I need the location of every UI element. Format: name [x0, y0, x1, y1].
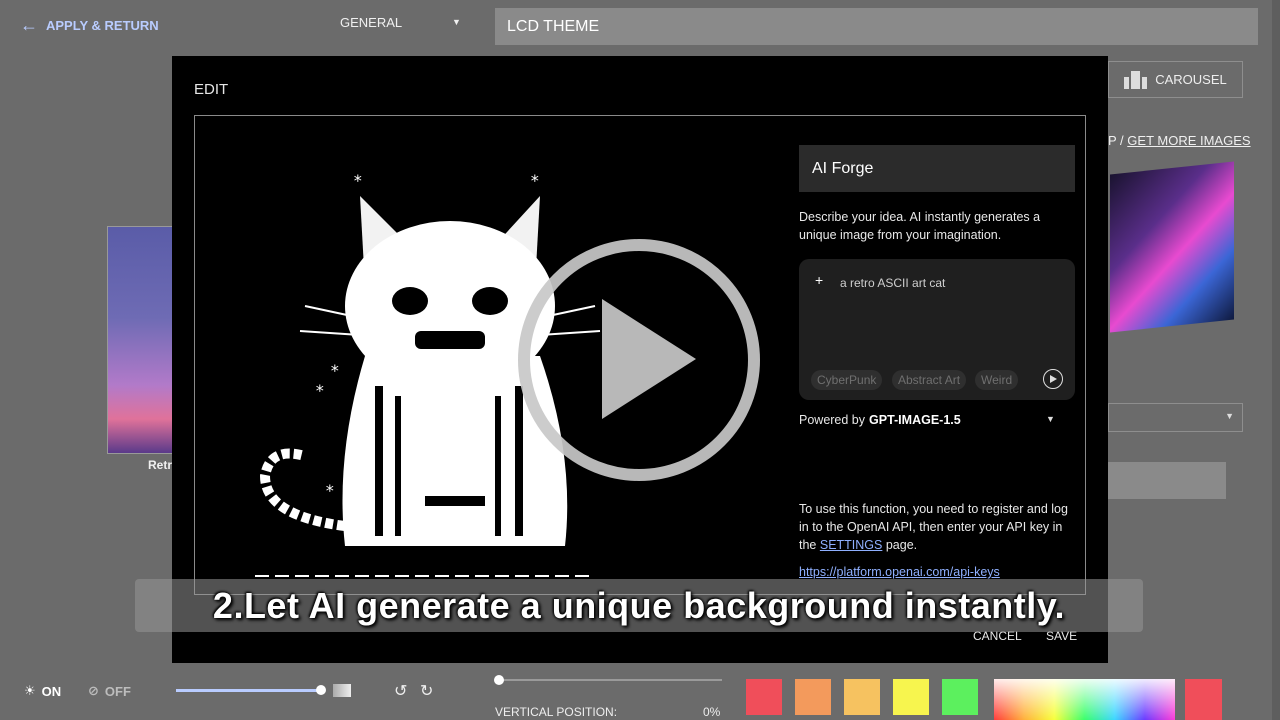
brightness-gradient-icon — [333, 684, 351, 697]
vertical-position-knob[interactable] — [494, 675, 504, 685]
image-links: P / GET MORE IMAGES — [1108, 133, 1251, 148]
model-name: GPT-IMAGE-1.5 — [869, 413, 961, 427]
vertical-position-label: VERTICAL POSITION: — [495, 705, 618, 719]
light-off-label: OFF — [104, 683, 131, 699]
dialog-title: EDIT — [194, 81, 229, 98]
chip-weird[interactable]: Weird — [975, 370, 1019, 390]
model-selector[interactable]: Powered by GPT-IMAGE-1.5 — [799, 413, 961, 427]
background-image-preview[interactable] — [1110, 161, 1234, 333]
carousel-label: CAROUSEL — [1155, 72, 1227, 87]
api-note-tail: page. — [882, 538, 918, 552]
openai-api-keys-link[interactable]: https://platform.openai.com/api-keys — [799, 565, 1000, 579]
video-caption: 2.Let AI generate a unique background in… — [135, 579, 1143, 632]
vertical-position-value: 0% — [703, 705, 721, 719]
chevron-down-icon: ▼ — [452, 17, 461, 27]
svg-text:*: * — [530, 171, 540, 190]
prompt-input[interactable]: + a retro ASCII art cat CyberPunk Abstra… — [799, 259, 1075, 400]
svg-text:*: * — [330, 361, 340, 380]
lightbulb-icon: ☀ — [24, 683, 36, 698]
partial-link[interactable]: P / — [1108, 133, 1127, 148]
brightness-slider-knob[interactable] — [316, 685, 326, 695]
ai-forge-title: AI Forge — [799, 145, 1075, 192]
category-dropdown[interactable]: GENERAL ▼ — [340, 15, 461, 30]
rotate-right-icon[interactable]: ↻ — [420, 681, 433, 701]
rotate-left-icon[interactable]: ↺ — [394, 681, 407, 701]
play-icon[interactable] — [516, 237, 762, 483]
chip-cyberpunk[interactable]: CyberPunk — [811, 370, 883, 390]
svg-text:*: * — [353, 171, 363, 190]
light-off-toggle[interactable]: ⊘ OFF — [88, 683, 131, 699]
api-key-note: To use this function, you need to regist… — [799, 500, 1081, 554]
lightbulb-off-icon: ⊘ — [88, 683, 99, 698]
settings-link[interactable]: SETTINGS — [820, 538, 883, 552]
carousel-button[interactable]: CAROUSEL — [1108, 61, 1243, 98]
chevron-down-icon: ▼ — [1225, 411, 1234, 421]
chip-abstract-art[interactable]: Abstract Art — [892, 370, 967, 390]
theme-name-field[interactable]: LCD THEME — [495, 8, 1258, 45]
retro-theme-thumbnail[interactable] — [107, 226, 175, 454]
background-dropdown[interactable]: ▼ — [1108, 403, 1243, 432]
plus-icon[interactable]: + — [815, 272, 823, 288]
light-on-toggle[interactable]: ☀ ON — [24, 683, 61, 699]
vertical-position-track[interactable] — [498, 679, 722, 681]
brightness-slider-track[interactable] — [176, 689, 322, 692]
color-swatch-green[interactable] — [942, 679, 978, 715]
category-value: GENERAL — [340, 15, 403, 30]
color-swatch-red[interactable] — [746, 679, 782, 715]
apply-return-label: APPLY & RETURN — [46, 17, 159, 33]
thumbnail-label: Retr — [148, 458, 173, 472]
prompt-text[interactable]: a retro ASCII art cat — [840, 276, 945, 290]
arrow-left-icon: ← — [20, 15, 38, 35]
ai-forge-description: Describe your idea. AI instantly generat… — [799, 210, 1041, 242]
generate-icon[interactable] — [1043, 369, 1063, 389]
chevron-down-icon[interactable]: ▼ — [1046, 414, 1055, 424]
color-picker[interactable] — [994, 679, 1175, 720]
svg-text:*: * — [315, 381, 325, 400]
get-more-images-link[interactable]: GET MORE IMAGES — [1127, 133, 1250, 148]
scrollbar[interactable] — [1272, 0, 1280, 720]
svg-text:*: * — [325, 481, 335, 500]
apply-return-button[interactable]: ← APPLY & RETURN — [20, 16, 159, 34]
carousel-icon — [1124, 70, 1148, 89]
light-on-label: ON — [41, 683, 62, 699]
color-swatch-amber[interactable] — [844, 679, 880, 715]
background-action-bar[interactable] — [1108, 462, 1226, 499]
color-swatch-yellow[interactable] — [893, 679, 929, 715]
color-swatch-orange[interactable] — [795, 679, 831, 715]
selected-color-swatch[interactable] — [1185, 679, 1222, 720]
powered-by-label: Powered by — [799, 413, 866, 427]
